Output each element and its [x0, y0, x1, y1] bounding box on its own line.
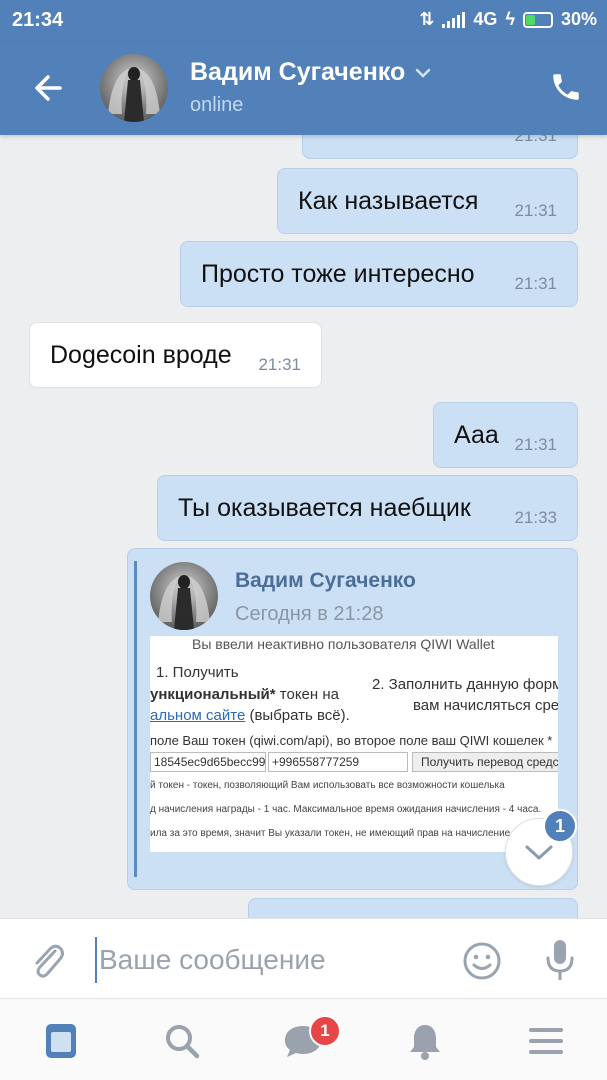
- status-bar: 21:34 ⇅ 4G ϟ 30%: [0, 0, 607, 42]
- shot-step2b: вам начисляться сред: [413, 697, 558, 714]
- shot-token-field: 18545ec9d65becc99: [150, 752, 266, 772]
- nav-news[interactable]: [39, 1019, 83, 1063]
- shot-note: ила за это время, значит Вы указали токе…: [150, 828, 511, 839]
- shot-note: д начисления награды - 1 час. Максимальн…: [150, 804, 542, 815]
- avatar-figure-icon: [108, 67, 160, 122]
- message-time: 21:31: [258, 355, 301, 374]
- message-outgoing[interactable]: Как называется 21:31: [277, 168, 578, 234]
- shot-step1-site: альном сайте (выбрать всё).: [150, 707, 350, 724]
- chat-header: Вадим Сугаченко online: [0, 42, 607, 135]
- paperclip-icon[interactable]: [28, 939, 66, 981]
- nav-menu[interactable]: [524, 1019, 568, 1063]
- menu-icon: [529, 1028, 563, 1054]
- message-text: Просто тоже интересно: [201, 260, 475, 288]
- data-arrows-icon: ⇅: [419, 9, 435, 29]
- nav-notifications[interactable]: [403, 1019, 447, 1063]
- back-arrow-icon[interactable]: [30, 68, 66, 108]
- phone-icon[interactable]: [549, 70, 583, 104]
- shot-text: токен на: [275, 686, 339, 703]
- shot-text: (выбрать всё).: [245, 707, 350, 724]
- attached-screenshot[interactable]: Вы ввели неактивно пользователя QIWI Wal…: [150, 636, 558, 852]
- battery-icon: [522, 11, 553, 28]
- bottom-navigation: [0, 998, 607, 1080]
- shot-field-hint: поле Ваш токен (qiwi.com/api), во второе…: [150, 733, 553, 748]
- search-icon: [166, 1025, 200, 1059]
- message-text: Dogecoin вроде: [50, 341, 232, 369]
- nav-search[interactable]: [160, 1019, 204, 1063]
- avatar-figure-icon: [158, 575, 210, 630]
- shot-title: Вы ввели неактивно пользователя QIWI Wal…: [192, 636, 495, 652]
- smile-icon[interactable]: [462, 941, 502, 981]
- message-text: Ты оказывается наебщик: [178, 494, 471, 522]
- microphone-icon[interactable]: [542, 937, 578, 983]
- bell-icon: [410, 1025, 440, 1060]
- message-time: 21:31: [514, 201, 557, 220]
- message-time: 21:33: [514, 508, 557, 527]
- network-type: 4G: [473, 9, 498, 29]
- shot-note: й токен - токен, позволяющий Вам использ…: [150, 780, 505, 791]
- forwarded-avatar[interactable]: [150, 562, 218, 630]
- forward-bar: [134, 561, 137, 877]
- status-time: 21:34: [12, 9, 64, 31]
- contact-status: online: [190, 94, 244, 116]
- shot-bold: ункциональный*: [150, 686, 276, 703]
- signal-icon: [442, 11, 466, 28]
- message-time: 21:31: [514, 435, 557, 454]
- chevron-down-icon: [525, 845, 553, 860]
- unread-badge: 1: [543, 809, 577, 843]
- message-outgoing[interactable]: Ааа 21:31: [433, 402, 578, 468]
- message-outgoing[interactable]: Ты оказывается наебщик 21:33: [157, 475, 578, 541]
- forwarded-date: Сегодня в 21:28: [235, 603, 384, 625]
- contact-name-text: Вадим Сугаченко: [190, 58, 406, 86]
- charging-icon: ϟ: [505, 9, 515, 29]
- contact-name[interactable]: Вадим Сугаченко: [190, 58, 431, 87]
- shot-step1-token: ункциональный* токен на: [150, 686, 339, 703]
- messages-badge: 1: [309, 1015, 341, 1047]
- chevron-down-icon: [416, 68, 431, 78]
- shot-step2: 2. Заполнить данную форму: [372, 676, 558, 693]
- shot-wallet-field: +996558777259: [268, 752, 408, 772]
- news-icon: [46, 1024, 76, 1058]
- forwarded-author[interactable]: Вадим Сугаченко: [235, 569, 416, 593]
- message-incoming[interactable]: Dogecoin вроде 21:31: [29, 322, 322, 388]
- shot-link: альном сайте: [150, 707, 246, 724]
- shot-submit-button: Получить перевод средств: [412, 752, 558, 772]
- status-icons: ⇅ 4G ϟ 30%: [419, 9, 597, 30]
- message-time: 21:31: [514, 274, 557, 293]
- shot-step1: 1. Получить: [156, 664, 239, 681]
- message-outgoing[interactable]: Просто тоже интересно 21:31: [180, 241, 578, 307]
- avatar[interactable]: [100, 54, 168, 122]
- message-input[interactable]: [95, 937, 435, 983]
- message-text: Как называется: [298, 187, 479, 215]
- message-composer: [0, 918, 607, 998]
- battery-percent: 30%: [560, 9, 597, 29]
- message-text: Ааа: [454, 421, 499, 449]
